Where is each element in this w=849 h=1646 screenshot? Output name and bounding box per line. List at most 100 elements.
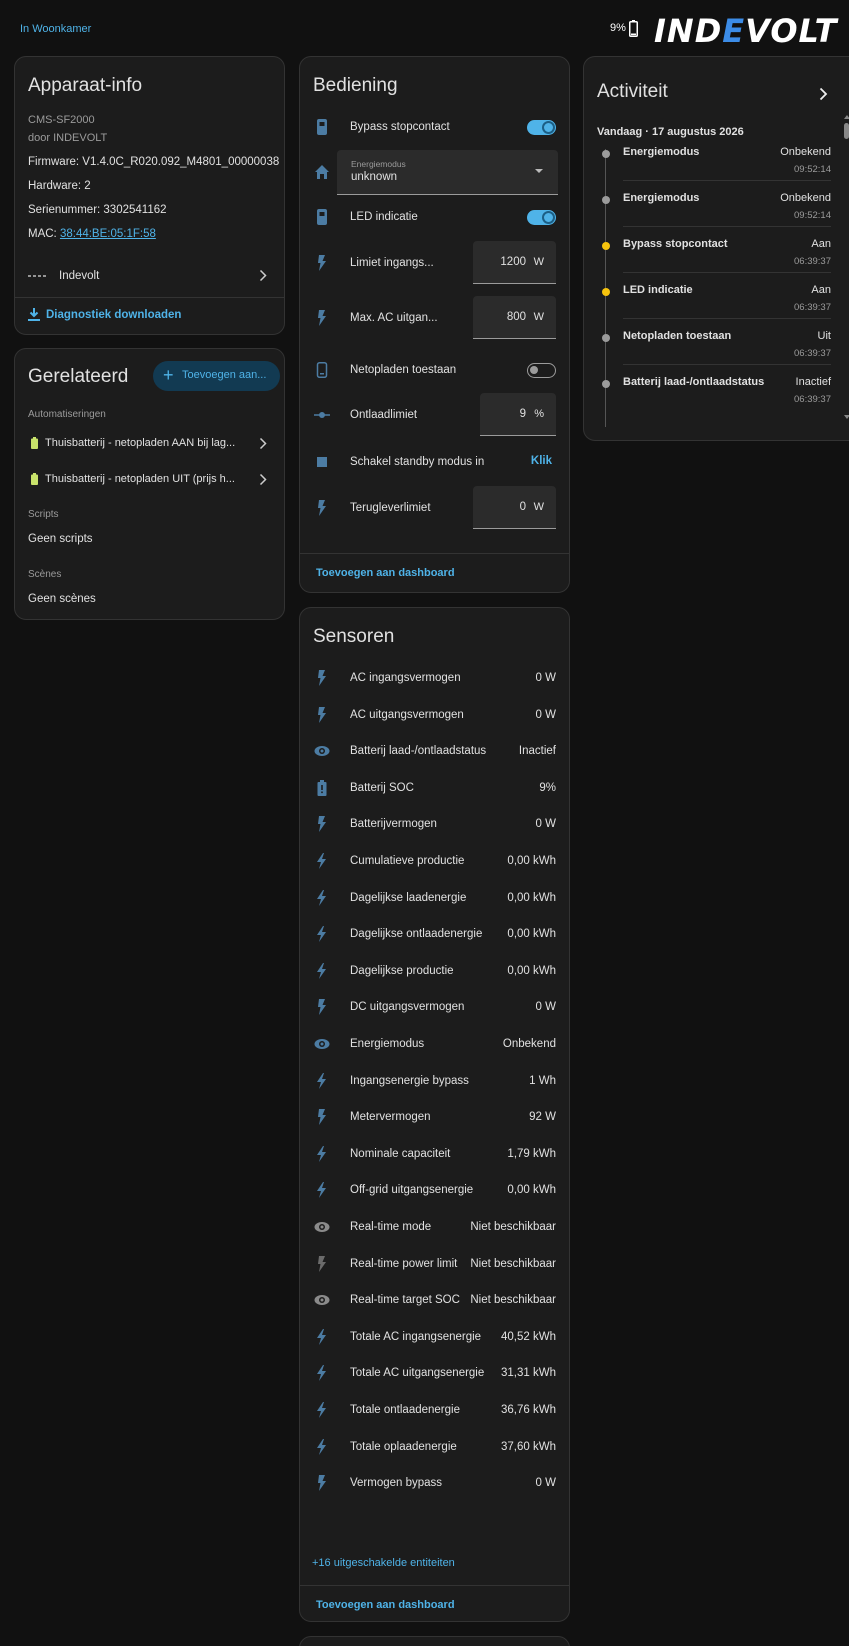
sensor-row[interactable]: Totale AC uitgangsenergie 31,31 kWh — [300, 1357, 569, 1393]
sensor-label: Cumulatieve productie — [350, 855, 465, 867]
activity-scrollbar[interactable] — [843, 115, 849, 419]
disabled-entities-link[interactable]: +16 uitgeschakelde entiteiten — [312, 1557, 455, 1569]
sensor-row[interactable]: Totale AC ingangsenergie 40,52 kWh — [300, 1321, 569, 1357]
sensor-value: 1 Wh — [529, 1074, 556, 1087]
hardware-text: Hardware: 2 — [28, 180, 91, 192]
energy-mode-select[interactable]: Energiemodus unknown — [337, 150, 558, 195]
sensor-row[interactable]: Dagelijkse productie 0,00 kWh — [300, 955, 569, 991]
flash-icon — [318, 670, 326, 686]
sensor-label: Off-grid uitgangsenergie — [350, 1184, 474, 1197]
grid-charge-label: Netopladen toestaan — [350, 364, 457, 376]
standby-label: Schakel standby modus in — [350, 456, 485, 468]
standby-click-button[interactable]: Klik — [531, 455, 552, 467]
sensor-label: Totale AC uitgangsenergie — [350, 1367, 485, 1380]
sensor-value: 36,76 kWh — [501, 1404, 556, 1416]
sensor-row[interactable]: Real-time target SOC Niet beschikbaar — [300, 1284, 569, 1320]
input-limit-field[interactable]: 1200 W — [473, 241, 556, 284]
sensor-row[interactable]: Totale ontlaadenergie 36,76 kWh — [300, 1394, 569, 1430]
integration-row[interactable]: Indevolt — [15, 257, 284, 297]
feedback-limit-value: 0 — [519, 501, 526, 513]
activity-item[interactable]: Batterij laad-/ontlaadstatus Inactief 06:3… — [584, 374, 849, 420]
ac-output-field[interactable]: 800 W — [473, 296, 556, 339]
sensor-row[interactable]: Batterij SOC 9% — [300, 772, 569, 808]
serial-text: Serienummer: 3302541162 — [28, 204, 167, 216]
sensor-value: 0 W — [535, 1001, 556, 1014]
sensor-row[interactable]: Real-time power limit Niet beschikbaar — [300, 1248, 569, 1284]
activity-time: 06:39:37 — [794, 394, 831, 405]
activity-time: 06:39:37 — [794, 348, 831, 359]
sensor-row[interactable]: DC uitgangsvermogen 0 W — [300, 991, 569, 1027]
activity-state: Inactief — [795, 376, 831, 388]
feedback-limit-label: Terugleverlimiet — [350, 502, 431, 514]
add-to-button[interactable]: + Toevoegen aan... — [153, 361, 280, 391]
chevron-right-icon[interactable] — [819, 87, 828, 101]
sensor-label: Totale ontlaadenergie — [350, 1404, 460, 1416]
automation-item[interactable]: Thuisbatterij - netopladen AAN bij lag..… — [15, 429, 284, 465]
sensor-row[interactable]: Dagelijkse laadenergie 0,00 kWh — [300, 882, 569, 918]
battery-charging-icon — [31, 473, 38, 485]
sensor-row[interactable]: AC uitgangsvermogen 0 W — [300, 699, 569, 735]
feedback-limit-field[interactable]: 0 W — [473, 486, 556, 529]
discharge-limit-field[interactable]: 9 % — [480, 393, 556, 436]
sensor-row[interactable]: Totale oplaadenergie 37,60 kWh — [300, 1431, 569, 1467]
top-bar: In Woonkamer 9% INDEVOLT — [0, 0, 849, 56]
mac-row: MAC: 38:44:BE:05:1F:58 — [28, 228, 156, 240]
indevolt-logo: INDEVOLT — [654, 12, 838, 50]
flash-icon — [318, 1109, 326, 1126]
activity-item[interactable]: Netopladen toestaan Uit 06:39:37 — [584, 328, 849, 374]
activity-item[interactable]: Energiemodus Onbekend 09:52:14 — [584, 144, 849, 190]
sensor-value: 0,00 kWh — [507, 1184, 556, 1197]
bypass-label: Bypass stopcontact — [350, 121, 450, 133]
sensor-value: 1,79 kWh — [507, 1147, 556, 1160]
activity-time: 09:52:14 — [794, 164, 831, 175]
sensor-label: AC uitgangsvermogen — [350, 708, 464, 721]
sensor-value: Niet beschikbaar — [470, 1294, 556, 1307]
lightning-icon — [317, 926, 326, 943]
activity-item[interactable]: Energiemodus Onbekend 09:52:14 — [584, 190, 849, 236]
breadcrumb-link[interactable]: In Woonkamer — [20, 23, 91, 35]
input-limit-value: 1200 — [500, 256, 526, 268]
sensors-card: Sensoren AC ingangsvermogen 0 W AC uitgang… — [299, 607, 570, 1622]
sensor-label: Batterijvermogen — [350, 818, 437, 831]
bypass-toggle[interactable] — [527, 120, 556, 135]
download-icon — [28, 308, 40, 321]
sensor-label: DC uitgangsvermogen — [350, 1001, 465, 1014]
activity-state: Aan — [811, 238, 831, 250]
lightning-icon — [317, 853, 326, 869]
discharge-limit-unit: % — [534, 408, 544, 420]
sensor-row[interactable]: Real-time mode Niet beschikbaar — [300, 1211, 569, 1247]
sensor-row[interactable]: AC ingangsvermogen 0 W — [300, 662, 569, 698]
lightning-icon — [317, 1182, 326, 1199]
device-icon — [317, 209, 327, 225]
sensor-row[interactable]: Off-grid uitgangsenergie 0,00 kWh — [300, 1174, 569, 1210]
sensor-label: Real-time mode — [350, 1221, 432, 1233]
sensor-row[interactable]: Vermogen bypass 0 W — [300, 1467, 569, 1503]
sensor-row[interactable]: Dagelijkse ontlaadenergie 0,00 kWh — [300, 918, 569, 954]
activity-item[interactable]: LED indicatie Aan 06:39:37 — [584, 282, 849, 328]
sensors-add-dashboard-button[interactable]: Toevoegen aan dashboard — [316, 1599, 455, 1611]
activity-entity-name: Netopladen toestaan — [623, 330, 732, 342]
sensor-label: Energiemodus — [350, 1038, 425, 1050]
sensor-row[interactable]: Metervermogen 92 W — [300, 1101, 569, 1137]
sensor-row[interactable]: Batterij laad-/ontlaadstatus Inactief — [300, 735, 569, 771]
led-toggle[interactable] — [527, 210, 556, 225]
sensor-value: Niet beschikbaar — [470, 1221, 556, 1233]
timeline-dot — [602, 288, 610, 296]
sensor-value: 0 W — [535, 818, 556, 831]
slider-icon — [314, 412, 330, 418]
mac-link[interactable]: 38:44:BE:05:1F:58 — [60, 228, 156, 240]
sensor-row[interactable]: Batterijvermogen 0 W — [300, 808, 569, 844]
controls-title: Bediening — [313, 75, 398, 96]
sensor-row[interactable]: Nominale capaciteit 1,79 kWh — [300, 1138, 569, 1174]
sensor-value: 9% — [539, 781, 556, 794]
automation-item[interactable]: Thuisbatterij - netopladen UIT (prijs h.… — [15, 465, 284, 501]
sensor-row[interactable]: Energiemodus Onbekend — [300, 1028, 569, 1064]
chevron-right-icon — [259, 437, 267, 450]
sensor-value: 37,60 kWh — [501, 1440, 556, 1453]
grid-charge-toggle[interactable] — [527, 363, 556, 378]
activity-item[interactable]: Bypass stopcontact Aan 06:39:37 — [584, 236, 849, 282]
controls-add-dashboard-button[interactable]: Toevoegen aan dashboard — [316, 567, 455, 579]
sensor-row[interactable]: Cumulatieve productie 0,00 kWh — [300, 845, 569, 881]
sensor-row[interactable]: Ingangsenergie bypass 1 Wh — [300, 1065, 569, 1101]
dropdown-arrow-icon — [535, 169, 543, 173]
